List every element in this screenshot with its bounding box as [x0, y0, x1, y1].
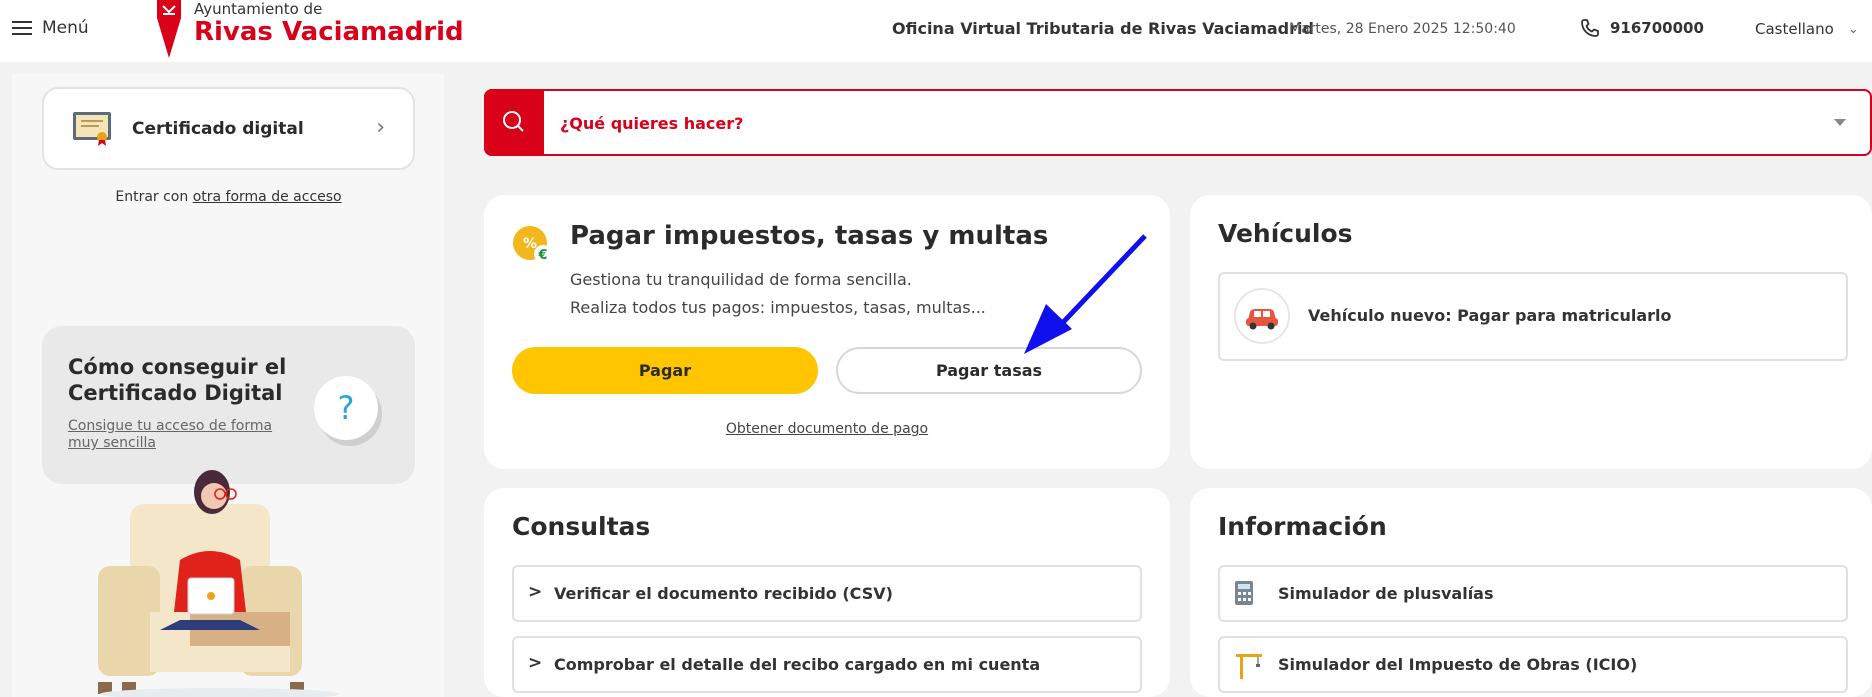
new-vehicle-label: Vehículo nuevo: Pagar para matricularlo — [1308, 306, 1672, 325]
queries-title: Consultas — [512, 512, 651, 541]
query-item-label: Verificar el documento recibido (CSV) — [554, 584, 893, 603]
info-item-label: Simulador de plusvalías — [1278, 584, 1494, 603]
query-item-csv[interactable]: > Verificar el documento recibido (CSV) — [512, 565, 1142, 622]
search-icon-box[interactable] — [484, 89, 544, 156]
chevron-down-icon: ⌄ — [1847, 21, 1859, 37]
alt-access-prefix: Entrar con — [115, 189, 193, 205]
dropdown-caret-icon[interactable] — [1834, 119, 1846, 126]
search-input[interactable]: ¿Qué quieres hacer? — [560, 114, 743, 133]
alt-access-link[interactable]: otra forma de acceso — [193, 189, 342, 205]
current-datetime: Martes, 28 Enero 2025 12:50:40 — [1289, 21, 1516, 37]
certificate-icon — [73, 112, 111, 146]
search-icon — [503, 111, 524, 132]
digital-certificate-button[interactable]: Certificado digital › — [42, 87, 415, 170]
search-bar[interactable]: ¿Qué quieres hacer? — [484, 89, 1872, 156]
svg-text:€: € — [537, 248, 547, 263]
certificate-help-card[interactable]: Cómo conseguir el Certificado Digital Co… — [42, 326, 415, 484]
chevron-right-icon: > — [528, 653, 543, 673]
top-header: Menú Ayuntamiento de Rivas Vaciamadrid O… — [0, 0, 1872, 62]
help-title: Cómo conseguir el Certificado Digital — [68, 355, 287, 405]
coat-of-arms-icon — [157, 0, 181, 58]
org-line1: Ayuntamiento de — [194, 0, 323, 18]
pay-button[interactable]: Pagar — [512, 347, 818, 394]
menu-label: Menú — [42, 18, 89, 38]
help-link[interactable]: Consigue tu acceso de forma muy sencilla — [68, 418, 278, 452]
language-selector[interactable]: Castellano ⌄ — [1755, 20, 1859, 38]
certificate-label: Certificado digital — [132, 119, 304, 139]
org-line2: Rivas Vaciamadrid — [194, 17, 464, 47]
payments-title: Pagar impuestos, tasas y multas — [570, 221, 1049, 251]
phone-number: 916700000 — [1610, 19, 1704, 37]
info-item-icio[interactable]: Simulador del Impuesto de Obras (ICIO) — [1218, 636, 1848, 693]
hamburger-icon — [12, 21, 32, 35]
new-vehicle-item[interactable]: Vehículo nuevo: Pagar para matricularlo — [1218, 272, 1848, 361]
car-icon-circle — [1234, 288, 1290, 344]
alternative-access: Entrar con otra forma de acceso — [42, 189, 415, 205]
payments-card: % € Pagar impuestos, tasas y multas Gest… — [484, 195, 1170, 469]
vehicles-card: Vehículos Vehículo nuevo: Pagar para mat… — [1190, 195, 1872, 469]
chevron-right-icon: › — [376, 115, 385, 140]
info-item-capital-gains[interactable]: Simulador de plusvalías — [1218, 565, 1848, 622]
payments-desc-line1: Gestiona tu tranquilidad de forma sencil… — [570, 270, 912, 289]
svg-text:%: % — [523, 236, 537, 252]
pay-fees-button[interactable]: Pagar tasas — [836, 347, 1142, 394]
vehicles-title: Vehículos — [1218, 219, 1353, 248]
payment-document-link[interactable]: Obtener documento de pago — [484, 421, 1170, 437]
information-card: Información Simulador de plusvalías Simu… — [1190, 488, 1872, 697]
payments-description: Gestiona tu tranquilidad de forma sencil… — [570, 266, 986, 322]
municipality-logo[interactable]: Ayuntamiento de Rivas Vaciamadrid — [156, 0, 464, 58]
percent-euro-icon: % € — [513, 226, 552, 263]
info-item-label: Simulador del Impuesto de Obras (ICIO) — [1278, 655, 1638, 674]
information-title: Información — [1218, 512, 1387, 541]
payments-desc-line2: Realiza todos tus pagos: impuestos, tasa… — [570, 298, 986, 317]
queries-card: Consultas > Verificar el documento recib… — [484, 488, 1170, 697]
menu-button[interactable]: Menú — [12, 18, 89, 38]
phone-contact[interactable]: 916700000 — [1580, 18, 1704, 38]
query-item-receipt[interactable]: > Comprobar el detalle del recibo cargad… — [512, 636, 1142, 693]
language-label: Castellano — [1755, 20, 1834, 38]
car-icon — [1246, 309, 1278, 330]
crane-icon — [1236, 654, 1262, 679]
question-icon: ? — [314, 376, 378, 440]
office-title: Oficina Virtual Tributaria de Rivas Vaci… — [892, 19, 1314, 38]
calculator-icon — [1235, 581, 1253, 605]
person-on-sofa-illustration — [98, 470, 340, 697]
phone-icon — [1581, 19, 1599, 37]
query-item-label: Comprobar el detalle del recibo cargado … — [554, 655, 1041, 674]
chevron-right-icon: > — [528, 582, 543, 602]
